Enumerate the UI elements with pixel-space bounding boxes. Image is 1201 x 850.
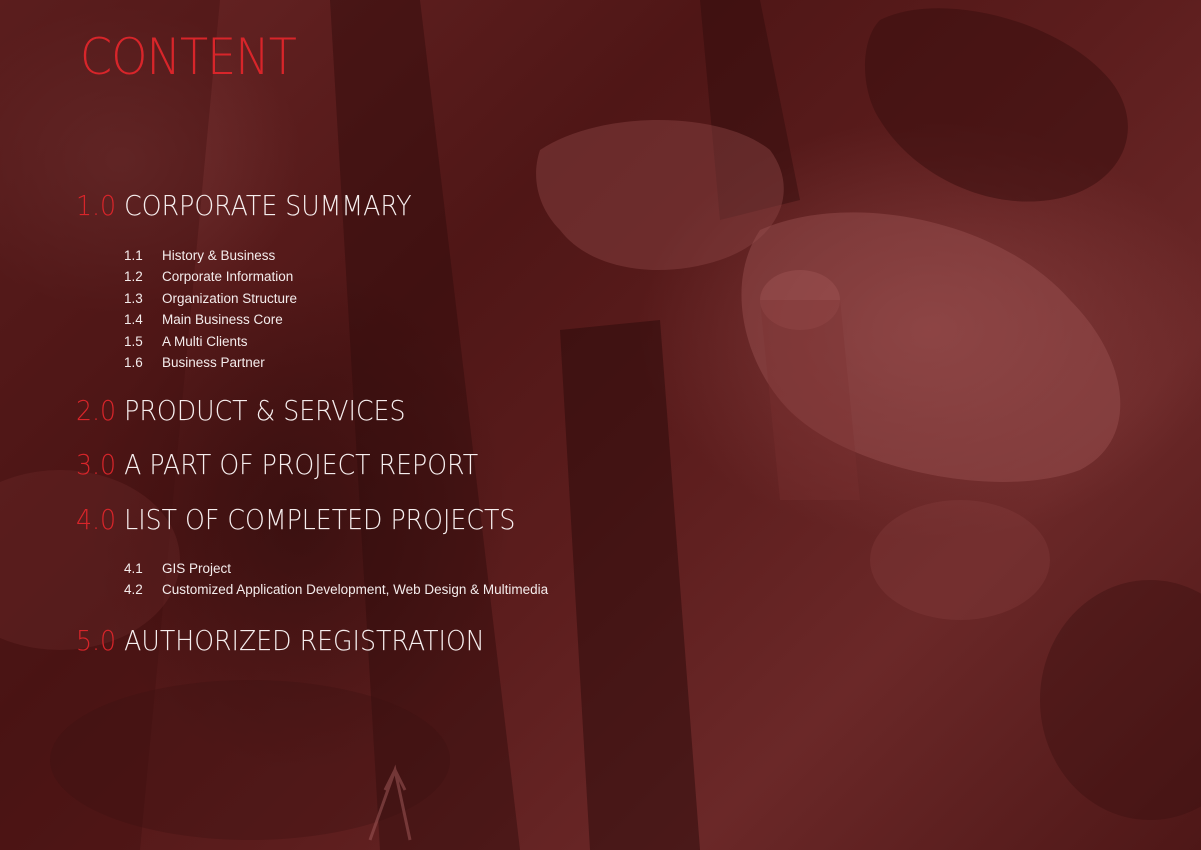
subitem-number: 1.5: [124, 333, 143, 349]
subitem-label: GIS Project: [162, 561, 232, 576]
section-4-heading: 4.0 LIST OF COMPLETED PROJECTS: [76, 506, 515, 534]
subitem-number: 1.1: [124, 248, 143, 263]
subitem-label: A Multi Clients: [162, 333, 248, 349]
subitem-number: 4.2: [124, 582, 143, 598]
section-number: 3.0: [76, 448, 117, 481]
subitem-label: Main Business Core: [162, 312, 283, 328]
list-item: 1.4 Main Business Core: [124, 309, 297, 330]
subitem-label: Customized Application Development, Web …: [162, 582, 549, 598]
subitem-number: 1.4: [124, 312, 143, 328]
list-item: 1.6 Business Partner: [124, 352, 297, 373]
section-label: LIST OF COMPLETED PROJECTS: [124, 503, 516, 536]
subitem-label: Organization Structure: [162, 290, 298, 306]
subitem-number: 4.1: [124, 561, 143, 576]
list-item: 4.1 GIS Project: [124, 558, 548, 579]
section-number: 4.0: [76, 503, 117, 536]
subitem-label: History & Business: [162, 248, 276, 263]
section-label: A PART OF PROJECT REPORT: [124, 448, 479, 481]
section-number: 5.0: [76, 624, 117, 657]
contents-page: CONTENT 1.0 CORPORATE SUMMARY 1.1 History …: [0, 0, 1201, 850]
page-title: CONTENT: [80, 28, 297, 86]
section-label: PRODUCT & SERVICES: [124, 394, 406, 427]
section-label: CORPORATE SUMMARY: [124, 189, 412, 222]
list-item: 1.3 Organization Structure: [124, 288, 297, 309]
list-item: 1.5 A Multi Clients: [124, 331, 297, 352]
section-4-subitems: 4.1 GIS Project 4.2 Customized Application…: [124, 558, 548, 601]
subitem-label: Corporate Information: [162, 269, 294, 285]
subitem-label: Business Partner: [162, 354, 265, 370]
section-3-heading: 3.0 A PART OF PROJECT REPORT: [76, 451, 478, 479]
subitem-number: 1.2: [124, 269, 143, 285]
subitem-number: 1.6: [124, 354, 143, 370]
section-number: 1.0: [76, 189, 117, 222]
subitem-number: 1.3: [124, 290, 143, 306]
list-item: 4.2 Customized Application Development, W…: [124, 579, 548, 600]
section-1-subitems: 1.1 History & Business 1.2 Corporate Infor…: [124, 245, 297, 373]
section-label: AUTHORIZED REGISTRATION: [124, 624, 485, 657]
section-2-heading: 2.0 PRODUCT & SERVICES: [76, 397, 405, 425]
section-number: 2.0: [76, 394, 117, 427]
list-item: 1.1 History & Business: [124, 245, 297, 266]
section-1-heading: 1.0 CORPORATE SUMMARY: [76, 192, 412, 220]
section-5-heading: 5.0 AUTHORIZED REGISTRATION: [76, 627, 485, 655]
list-item: 1.2 Corporate Information: [124, 266, 297, 287]
